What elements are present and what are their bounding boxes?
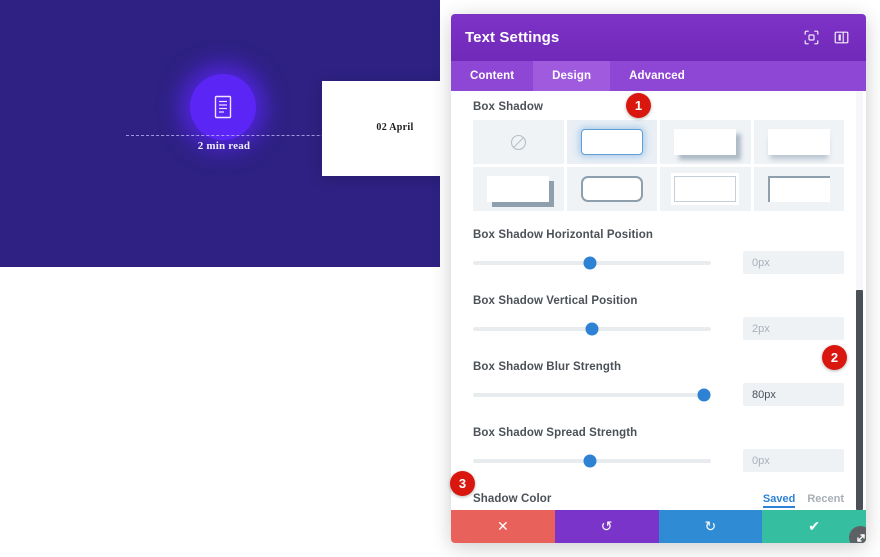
modal-action-bar[interactable]: ✕ ↺ ↻ ✔ xyxy=(451,510,866,543)
preset-soft-glow[interactable] xyxy=(566,120,657,164)
tab-advanced[interactable]: Advanced xyxy=(610,61,704,91)
label-box-shadow-vertical: Box Shadow Vertical Position xyxy=(473,295,638,307)
tab-saved-colors[interactable]: Saved xyxy=(762,493,796,508)
slider-row: 0px xyxy=(473,251,844,274)
modal-body: Box Shadow Box Shadow Horizontal Positio… xyxy=(451,91,866,510)
annotation-badge-3: 3 xyxy=(450,471,475,496)
input-box-shadow-horizontal[interactable]: 0px xyxy=(743,251,844,274)
label-box-shadow-horizontal: Box Shadow Horizontal Position xyxy=(473,229,653,241)
slider-handle[interactable] xyxy=(583,454,597,467)
preset-thumb xyxy=(767,129,830,155)
tab-design[interactable]: Design xyxy=(533,61,611,91)
slider-handle[interactable] xyxy=(585,322,599,335)
text-settings-modal[interactable]: Text Settings Content Design Advanced Bo… xyxy=(451,14,866,543)
preset-outline-thin[interactable] xyxy=(660,167,751,211)
modal-tabs[interactable]: Content Design Advanced xyxy=(451,61,866,91)
annotation-badge-1: 1 xyxy=(626,93,651,118)
cancel-button[interactable]: ✕ xyxy=(451,510,555,543)
layout-panel-icon[interactable] xyxy=(830,27,852,49)
preset-top-left-corner[interactable] xyxy=(753,167,844,211)
modal-title: Text Settings xyxy=(465,29,560,46)
slider-handle[interactable] xyxy=(583,256,597,269)
blurb-icon-circle[interactable] xyxy=(190,74,256,140)
panel-scrollbar-thumb[interactable] xyxy=(856,290,863,510)
input-box-shadow-spread[interactable]: 0px xyxy=(743,449,844,472)
input-box-shadow-vertical[interactable]: 2px xyxy=(743,317,844,340)
page-preview-canvas[interactable]: 2 min read 02 April xyxy=(0,0,440,267)
field-box-shadow-horizontal: Box Shadow Horizontal Position 0px xyxy=(473,229,844,274)
preset-hard-bottom-right[interactable] xyxy=(473,167,564,211)
tab-recent-colors[interactable]: Recent xyxy=(807,493,844,508)
slider-vertical[interactable] xyxy=(473,322,711,335)
slider-spread[interactable] xyxy=(473,454,711,467)
date-card-label: 02 April xyxy=(376,122,414,133)
date-card[interactable]: 02 April xyxy=(322,81,440,176)
slider-row: 80px xyxy=(473,383,844,406)
no-shadow-icon xyxy=(510,134,526,150)
slider-row: 2px xyxy=(473,317,844,340)
field-box-shadow-spread: Box Shadow Spread Strength 0px xyxy=(473,427,844,472)
document-icon xyxy=(214,95,232,119)
read-time-label: 2 min read xyxy=(197,140,251,152)
resize-diagonal-icon[interactable] xyxy=(849,526,866,543)
preset-thumb xyxy=(674,176,737,202)
tab-content[interactable]: Content xyxy=(451,61,533,91)
preset-thumb xyxy=(580,176,643,202)
slider-handle[interactable] xyxy=(697,388,711,401)
label-box-shadow-blur: Box Shadow Blur Strength xyxy=(473,361,622,373)
box-shadow-section-title: Box Shadow xyxy=(473,101,544,113)
settings-scroll-area: Box Shadow Box Shadow Horizontal Positio… xyxy=(451,91,866,510)
redo-button[interactable]: ↻ xyxy=(658,510,763,543)
preset-thumb xyxy=(674,129,737,155)
modal-header: Text Settings xyxy=(451,14,866,61)
color-palette-tabs[interactable]: Saved Recent xyxy=(762,493,844,508)
label-box-shadow-spread: Box Shadow Spread Strength xyxy=(473,427,638,439)
field-box-shadow-vertical: Box Shadow Vertical Position 2px xyxy=(473,295,844,340)
field-box-shadow-blur: Box Shadow Blur Strength 80px xyxy=(473,361,844,406)
app-root: 2 min read 02 April Text Settings Conten… xyxy=(0,0,880,557)
preset-thumb xyxy=(767,176,830,202)
preset-thumb xyxy=(580,129,643,155)
box-shadow-preset-grid[interactable] xyxy=(473,120,844,211)
annotation-badge-2: 2 xyxy=(822,345,847,370)
slider-blur[interactable] xyxy=(473,388,711,401)
preset-thumb xyxy=(487,176,550,202)
focus-target-icon[interactable] xyxy=(800,27,822,49)
preset-bottom-right[interactable] xyxy=(660,120,751,164)
preset-none[interactable] xyxy=(473,120,564,164)
preset-bottom-soft[interactable] xyxy=(753,120,844,164)
undo-button[interactable]: ↺ xyxy=(554,510,659,543)
preset-outline-rounded[interactable] xyxy=(566,167,657,211)
input-box-shadow-blur[interactable]: 80px xyxy=(743,383,844,406)
slider-horizontal[interactable] xyxy=(473,256,711,269)
slider-row: 0px xyxy=(473,449,844,472)
